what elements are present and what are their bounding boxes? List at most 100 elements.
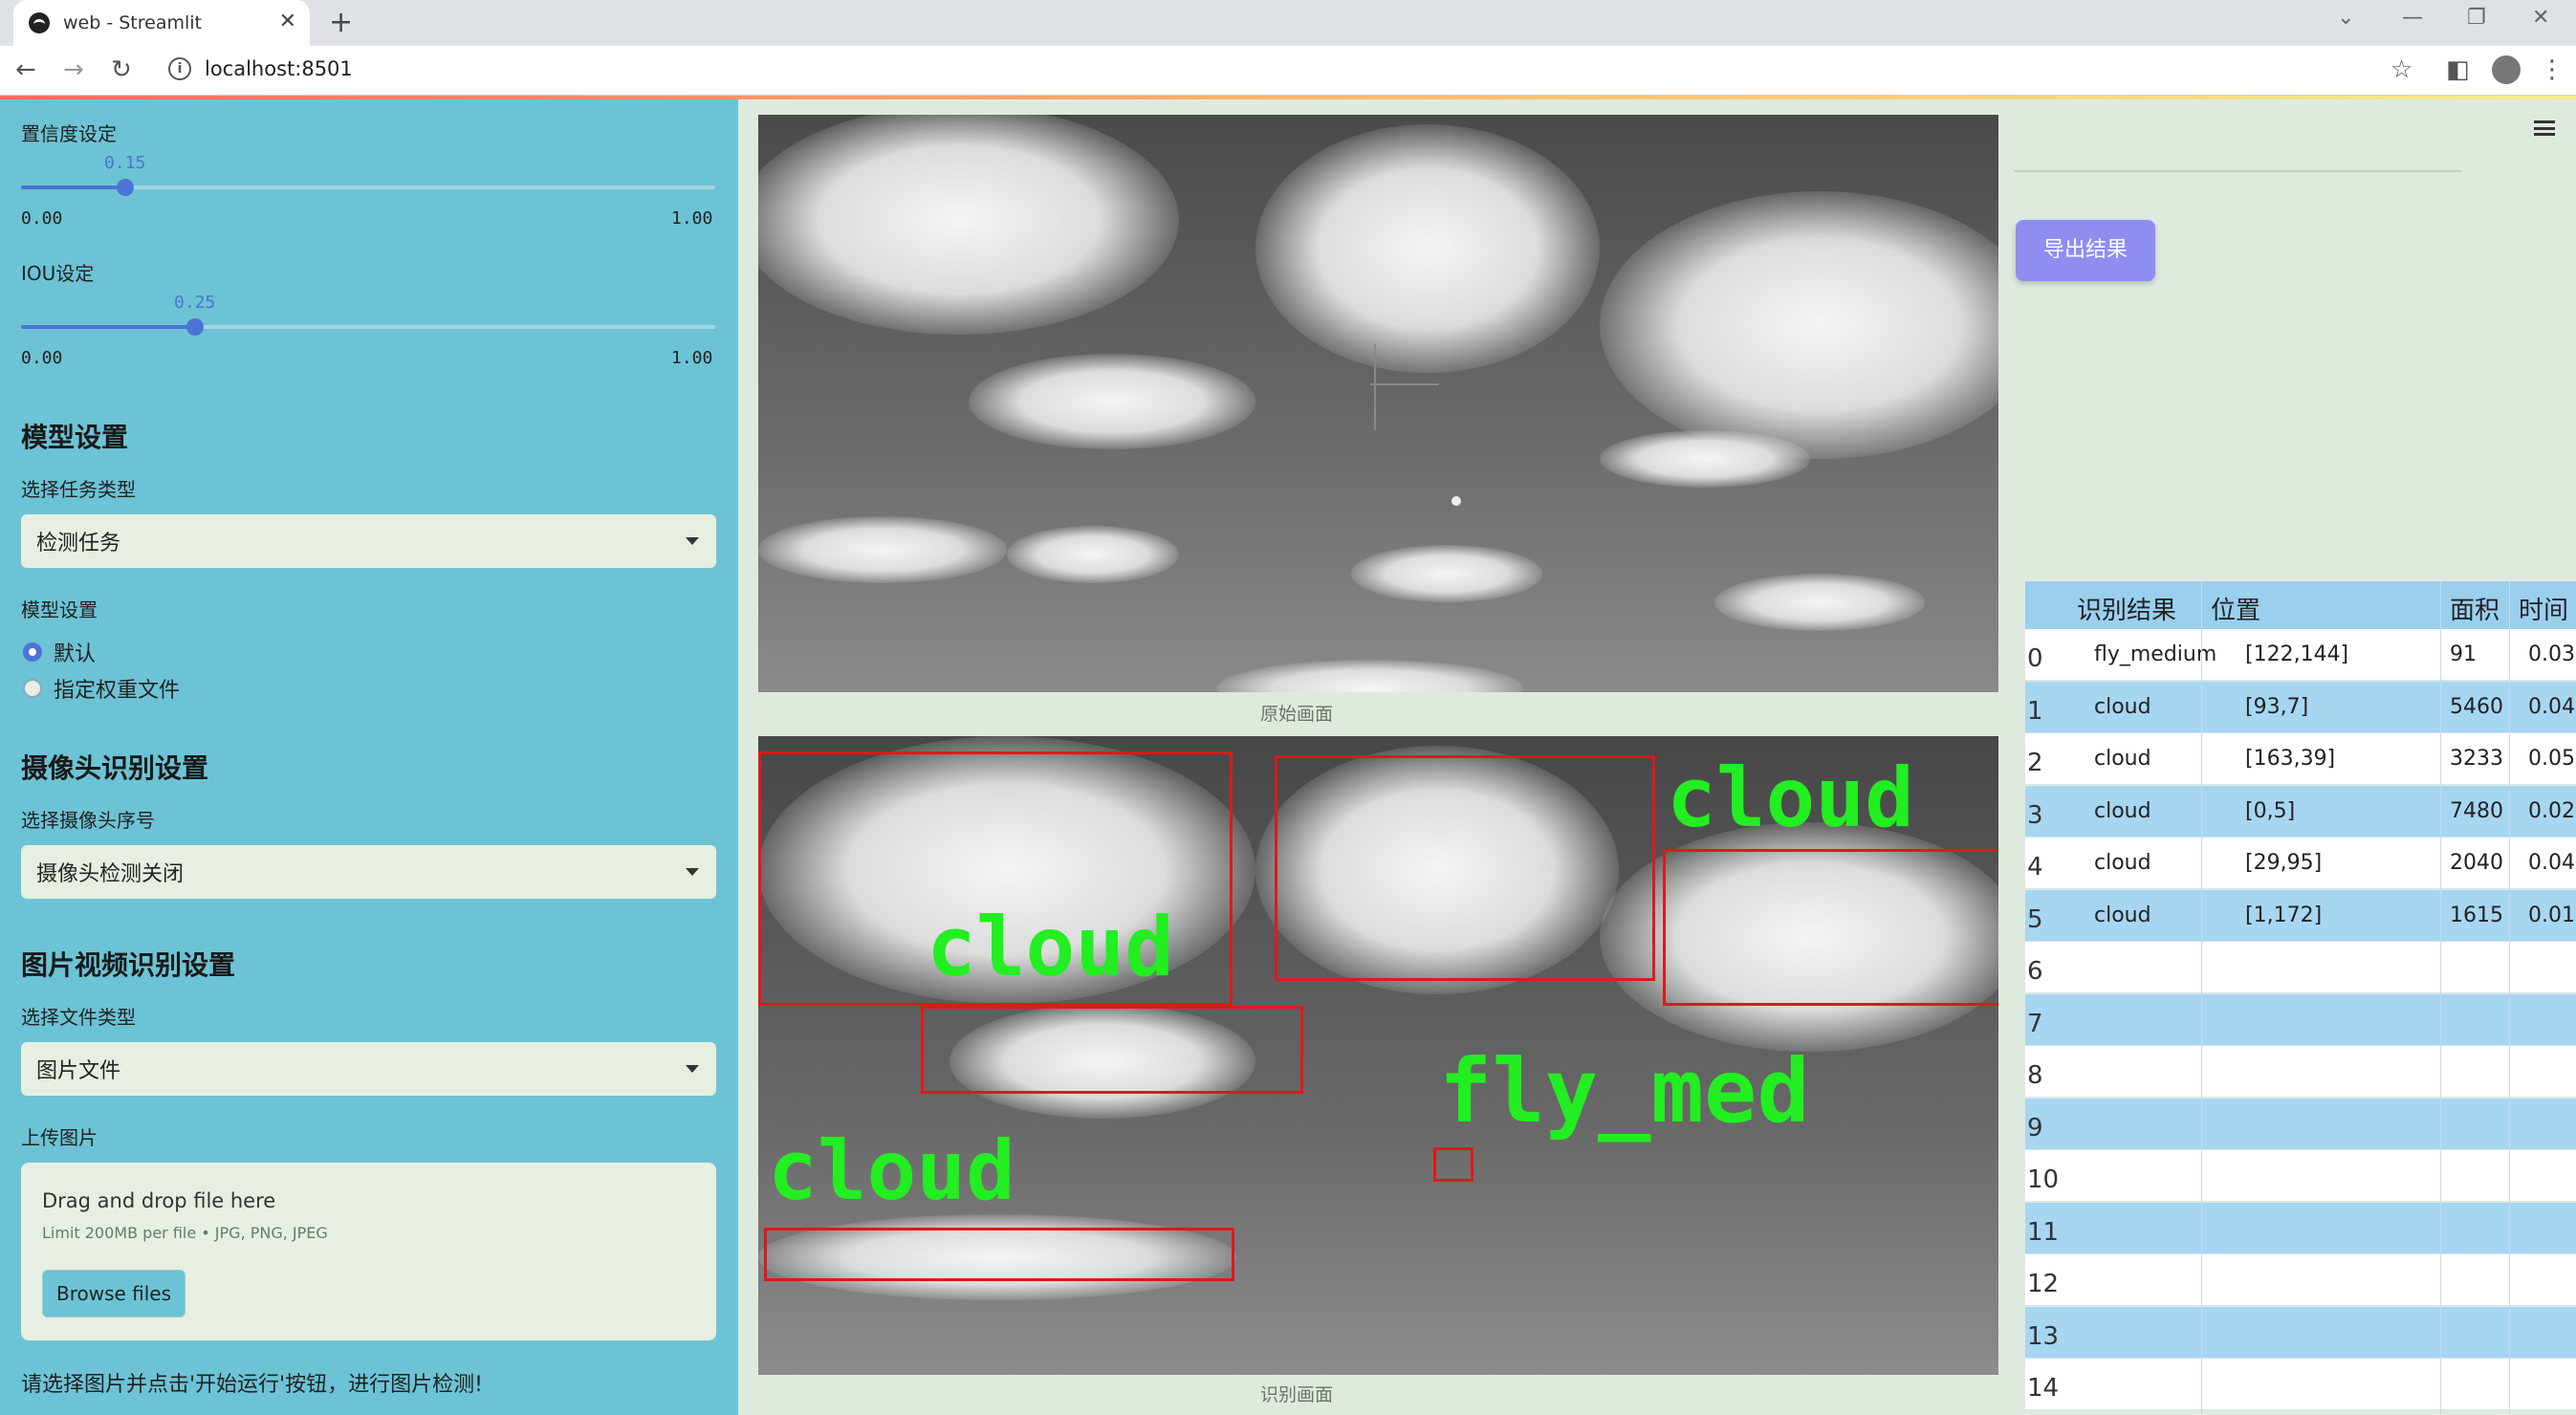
- new-tab-button[interactable]: +: [329, 6, 353, 39]
- table-row[interactable]: 2 cloud [163,39] 3233 0.05: [2025, 733, 2576, 785]
- tab-close-icon[interactable]: ✕: [279, 10, 296, 33]
- table-row[interactable]: 4 cloud [29,95] 2040 0.04: [2025, 838, 2576, 889]
- cell-result: fly_medium: [2094, 642, 2217, 666]
- browser-tab[interactable]: web - Streamlit ✕: [13, 0, 310, 46]
- dropzone-limit: Limit 200MB per file • JPG, PNG, JPEG: [42, 1224, 328, 1242]
- radio-default-label: 默认: [54, 642, 97, 666]
- chevron-down-icon: [686, 537, 699, 545]
- window-close-button[interactable]: ✕: [2532, 6, 2549, 30]
- model-config-label: 模型设置: [21, 599, 98, 621]
- task-type-value: 检测任务: [36, 532, 121, 555]
- browse-files-button[interactable]: Browse files: [42, 1270, 186, 1317]
- streamlit-favicon-icon: [29, 12, 50, 33]
- cell-result: cloud: [2094, 747, 2151, 771]
- table-row[interactable]: 6: [2025, 942, 2576, 993]
- header-time[interactable]: 时间: [2519, 591, 2568, 626]
- table-row[interactable]: 11: [2025, 1202, 2576, 1254]
- sidebar: 置信度设定 0.15 0.00 1.00 IOU设定 0.25 0.00 1.0…: [0, 99, 738, 1415]
- table-row[interactable]: 8: [2025, 1046, 2576, 1098]
- confidence-slider-fill: [21, 185, 125, 189]
- profile-avatar-icon[interactable]: [2492, 55, 2521, 84]
- back-arrow-icon[interactable]: ←: [15, 55, 36, 84]
- row-index: 6: [2027, 957, 2043, 986]
- table-row[interactable]: 7: [2025, 993, 2576, 1046]
- detection-box: [921, 1006, 1303, 1094]
- task-type-select[interactable]: 检测任务: [21, 514, 716, 568]
- chevron-down-icon: [686, 1065, 699, 1073]
- radio-selected-icon: [23, 642, 42, 662]
- camera-value: 摄像头检测关闭: [36, 862, 185, 886]
- chevron-down-icon: [686, 868, 699, 876]
- header-position[interactable]: 位置: [2211, 591, 2260, 626]
- original-image: [758, 115, 1998, 692]
- column-divider: [2201, 581, 2202, 1415]
- side-panel-icon[interactable]: ◧: [2446, 55, 2470, 84]
- cell-time: 0.05: [2528, 747, 2575, 771]
- table-row[interactable]: 3 cloud [0,5] 7480 0.02: [2025, 785, 2576, 838]
- table-row[interactable]: 14: [2025, 1359, 2576, 1410]
- upload-label: 上传图片: [21, 1126, 98, 1149]
- iou-slider-thumb[interactable]: [186, 318, 204, 336]
- cell-time: 0.02: [2528, 798, 2575, 823]
- radio-default[interactable]: 默认: [23, 637, 96, 667]
- table-row[interactable]: 10: [2025, 1150, 2576, 1202]
- row-index: 3: [2027, 800, 2043, 830]
- cell-area: 1615: [2450, 903, 2503, 927]
- reload-icon[interactable]: ↻: [111, 55, 132, 84]
- bookmark-star-icon[interactable]: ☆: [2390, 55, 2412, 84]
- table-row[interactable]: 12: [2025, 1254, 2576, 1306]
- table-row[interactable]: 0 fly_medium [122,144] 91 0.03: [2025, 629, 2576, 681]
- confidence-slider[interactable]: [21, 179, 715, 196]
- table-row[interactable]: 5 cloud [1,172] 1615 0.01: [2025, 889, 2576, 942]
- detection-box: [1433, 1147, 1474, 1182]
- task-type-label: 选择任务类型: [21, 478, 136, 501]
- row-index: 7: [2027, 1009, 2043, 1038]
- cell-time: 0.01: [2528, 903, 2575, 927]
- detection-label: fly_med: [1439, 1040, 1810, 1143]
- confidence-min: 0.00: [21, 208, 63, 229]
- restore-button[interactable]: ❐: [2467, 6, 2486, 30]
- row-index: 8: [2027, 1061, 2043, 1090]
- file-type-value: 图片文件: [36, 1059, 121, 1083]
- site-info-icon[interactable]: i: [168, 57, 191, 80]
- file-dropzone[interactable]: Drag and drop file here Limit 200MB per …: [21, 1163, 716, 1340]
- tab-list-chevron-icon[interactable]: ⌄: [2337, 6, 2354, 30]
- model-settings-heading: 模型设置: [21, 422, 129, 453]
- hamburger-menu-icon[interactable]: [2534, 120, 2555, 136]
- column-divider: [2440, 581, 2441, 1415]
- cell-position: [1,172]: [2245, 903, 2323, 927]
- detection-label: cloud: [1667, 751, 1914, 846]
- browser-tab-bar: web - Streamlit ✕ + ⌄ — ❐ ✕: [0, 0, 2576, 46]
- row-index: 1: [2027, 696, 2043, 726]
- column-divider: [2509, 581, 2510, 1415]
- cell-area: 7480: [2450, 798, 2503, 823]
- iou-value: 0.25: [174, 293, 216, 313]
- results-table[interactable]: 识别结果 位置 面积 时间 0 fly_medium [122,144] 91 0.03…: [2025, 581, 2576, 1415]
- header-result[interactable]: 识别结果: [2077, 591, 2176, 626]
- iou-slider[interactable]: [21, 318, 715, 336]
- url-field[interactable]: localhost:8501: [205, 57, 353, 80]
- confidence-slider-thumb[interactable]: [117, 179, 134, 196]
- forward-arrow-icon[interactable]: →: [63, 55, 84, 84]
- table-row[interactable]: 1 cloud [93,7] 5460 0.04: [2025, 681, 2576, 733]
- cell-position: [122,144]: [2245, 642, 2349, 666]
- minimize-button[interactable]: —: [2402, 6, 2423, 30]
- run-hint: 请选择图片并点击'开始运行'按钮，进行图片检测!: [21, 1373, 483, 1397]
- address-bar: ← → ↻ i localhost:8501 ☆ ◧ ⋮: [0, 46, 2576, 96]
- media-settings-heading: 图片视频识别设置: [21, 949, 236, 981]
- detection-box: [764, 1228, 1234, 1281]
- table-row[interactable]: 9: [2025, 1098, 2576, 1150]
- export-results-button[interactable]: 导出结果: [2016, 220, 2155, 281]
- iou-label: IOU设定: [21, 262, 95, 285]
- confidence-label: 置信度设定: [21, 122, 117, 145]
- radio-custom-weights[interactable]: 指定权重文件: [23, 673, 180, 704]
- cell-time: 0.04: [2528, 851, 2575, 875]
- cell-time: 0.04: [2528, 694, 2575, 719]
- camera-select[interactable]: 摄像头检测关闭: [21, 845, 716, 899]
- detection-box: [1275, 755, 1655, 981]
- header-area[interactable]: 面积: [2450, 591, 2500, 626]
- row-index: 14: [2027, 1374, 2060, 1403]
- table-row[interactable]: 13: [2025, 1306, 2576, 1359]
- browser-menu-icon[interactable]: ⋮: [2540, 55, 2565, 84]
- file-type-select[interactable]: 图片文件: [21, 1042, 716, 1096]
